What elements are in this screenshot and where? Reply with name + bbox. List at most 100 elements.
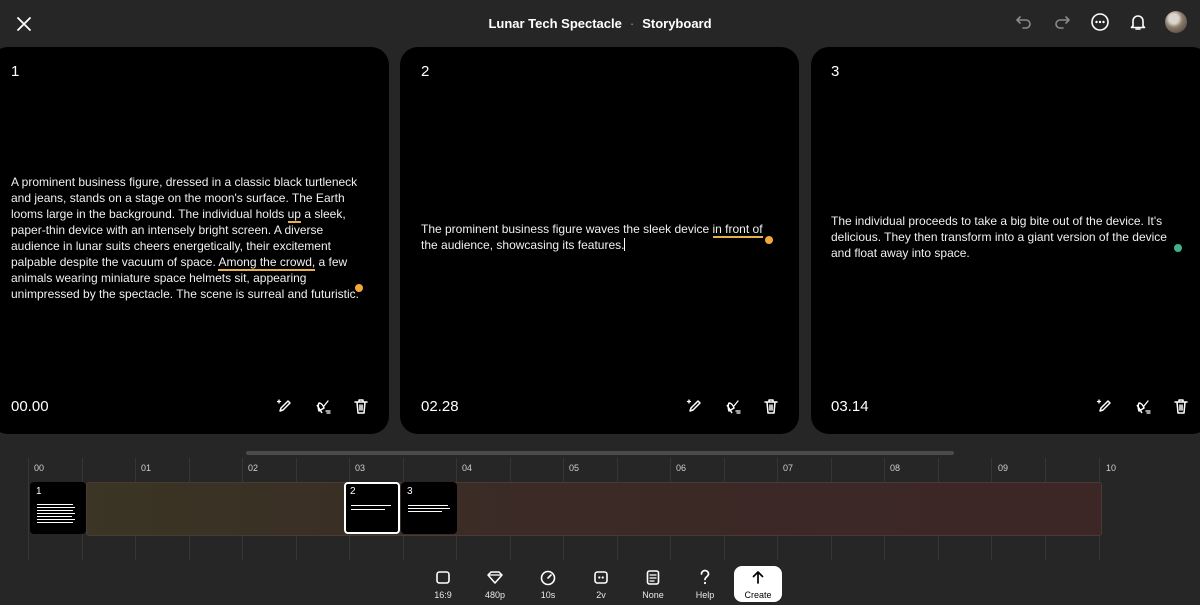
aspect-ratio-icon — [436, 571, 450, 584]
timeline-clip-2[interactable]: 2 — [344, 482, 400, 534]
broom-icon — [726, 400, 741, 414]
edit-scene-button[interactable] — [684, 395, 706, 417]
magic-pencil-icon — [276, 399, 291, 412]
comment-marker[interactable] — [355, 284, 363, 292]
ruler-gridline — [28, 458, 29, 560]
highlight-span: in front of — [712, 222, 763, 238]
clip-text-line — [37, 504, 73, 505]
clip-number: 1 — [36, 486, 42, 497]
edit-scene-button[interactable] — [274, 395, 296, 417]
bottom-toolbar: 16:9 480p 10s 2v None Help Create — [0, 560, 1200, 605]
scene-card-1[interactable]: 1 A prominent business figure, dressed i… — [0, 47, 389, 434]
ruler-tick: 01 — [141, 463, 152, 473]
top-bar: Lunar Tech Spectacle · Storyboard — [0, 0, 1200, 46]
aspect-ratio-button[interactable]: 16:9 — [419, 566, 467, 600]
undo-icon — [1016, 16, 1031, 29]
ruler-tick: 07 — [783, 463, 794, 473]
timer-icon — [540, 570, 556, 586]
comment-marker[interactable] — [1174, 244, 1182, 252]
scene-number: 1 — [11, 63, 20, 80]
clean-scene-button[interactable] — [1132, 395, 1154, 417]
scene-description[interactable]: The prominent business figure waves the … — [421, 221, 781, 253]
duration-label: 10s — [540, 590, 556, 600]
clean-scene-button[interactable] — [312, 395, 334, 417]
ruler-tick: 05 — [569, 463, 580, 473]
text-cursor — [624, 238, 626, 251]
edit-scene-button[interactable] — [1094, 395, 1116, 417]
ruler-tick: 00 — [34, 463, 45, 473]
scene-timestamp: 02.28 — [421, 398, 459, 415]
help-label: Help — [695, 590, 715, 600]
broom-icon — [316, 400, 331, 414]
timeline-clip-3[interactable]: 3 — [401, 482, 457, 534]
question-icon — [700, 569, 710, 585]
highlight-span: up — [287, 207, 301, 223]
project-title: Lunar Tech Spectacle — [488, 16, 622, 31]
style-preset-icon — [646, 570, 660, 585]
scene-description[interactable]: A prominent business figure, dressed in … — [11, 174, 373, 302]
ruler-tick: 08 — [890, 463, 901, 473]
delete-scene-button[interactable] — [1170, 395, 1192, 417]
trash-icon — [1174, 399, 1188, 414]
timeline-track[interactable] — [86, 482, 1102, 536]
create-button[interactable]: Create — [734, 566, 782, 602]
scene-timestamp: 03.14 — [831, 398, 869, 415]
broom-icon — [1136, 400, 1151, 414]
magic-pencil-icon — [686, 399, 701, 412]
clip-text-line — [408, 508, 450, 509]
view-title: Storyboard — [642, 16, 712, 31]
clip-text-line — [351, 505, 391, 506]
scene-number: 3 — [831, 63, 840, 80]
magic-pencil-icon — [1096, 399, 1111, 412]
variants-icon — [594, 571, 608, 584]
ruler-tick: 06 — [676, 463, 687, 473]
highlight-span: Among the crowd, — [218, 255, 316, 271]
scene-number: 2 — [421, 63, 430, 80]
ruler-tick: 02 — [248, 463, 259, 473]
variants-button[interactable]: 2v — [577, 566, 625, 600]
resolution-label: 480p — [484, 590, 506, 600]
clip-text-line — [408, 505, 448, 506]
help-button[interactable]: Help — [681, 566, 729, 600]
scene-card-3[interactable]: 3 The individual proceeds to take a big … — [811, 47, 1200, 434]
clip-text-line — [351, 509, 385, 510]
scene-card-2[interactable]: 2 The prominent business figure waves th… — [400, 47, 799, 434]
avatar-button[interactable] — [1164, 10, 1188, 34]
bell-icon — [1130, 15, 1146, 30]
clean-scene-button[interactable] — [722, 395, 744, 417]
redo-button[interactable] — [1050, 10, 1074, 34]
resolution-button[interactable]: 480p — [471, 566, 519, 600]
ruler-tick: 10 — [1106, 463, 1117, 473]
scene-description[interactable]: The individual proceeds to take a big bi… — [831, 213, 1187, 261]
title-separator: · — [629, 16, 635, 31]
clip-text-line — [37, 522, 73, 523]
aspect-ratio-label: 16:9 — [434, 590, 452, 600]
arrow-up-icon — [752, 571, 764, 584]
redo-icon — [1055, 16, 1070, 29]
horizontal-scrollbar[interactable] — [246, 451, 954, 455]
duration-button[interactable]: 10s — [524, 566, 572, 600]
timeline-clip-1[interactable]: 1 — [30, 482, 86, 534]
diamond-icon — [487, 571, 503, 584]
avatar — [1165, 11, 1187, 33]
more-button[interactable] — [1088, 10, 1112, 34]
variants-label: 2v — [596, 590, 606, 600]
style-button[interactable]: None — [629, 566, 677, 600]
ruler-tick: 03 — [355, 463, 366, 473]
scene-timestamp: 00.00 — [11, 398, 49, 415]
trash-icon — [764, 399, 778, 414]
ruler-tick: 09 — [998, 463, 1009, 473]
undo-button[interactable] — [1012, 10, 1036, 34]
clip-number: 2 — [350, 486, 356, 497]
delete-scene-button[interactable] — [760, 395, 782, 417]
clip-text-line — [37, 516, 72, 517]
notifications-button[interactable] — [1126, 10, 1150, 34]
comment-marker[interactable] — [765, 236, 773, 244]
clip-number: 3 — [407, 486, 413, 497]
delete-scene-button[interactable] — [350, 395, 372, 417]
trash-icon — [354, 399, 368, 414]
clip-text-line — [408, 511, 442, 512]
clip-text-line — [37, 513, 75, 514]
style-label: None — [642, 590, 664, 600]
more-icon — [1091, 13, 1109, 31]
